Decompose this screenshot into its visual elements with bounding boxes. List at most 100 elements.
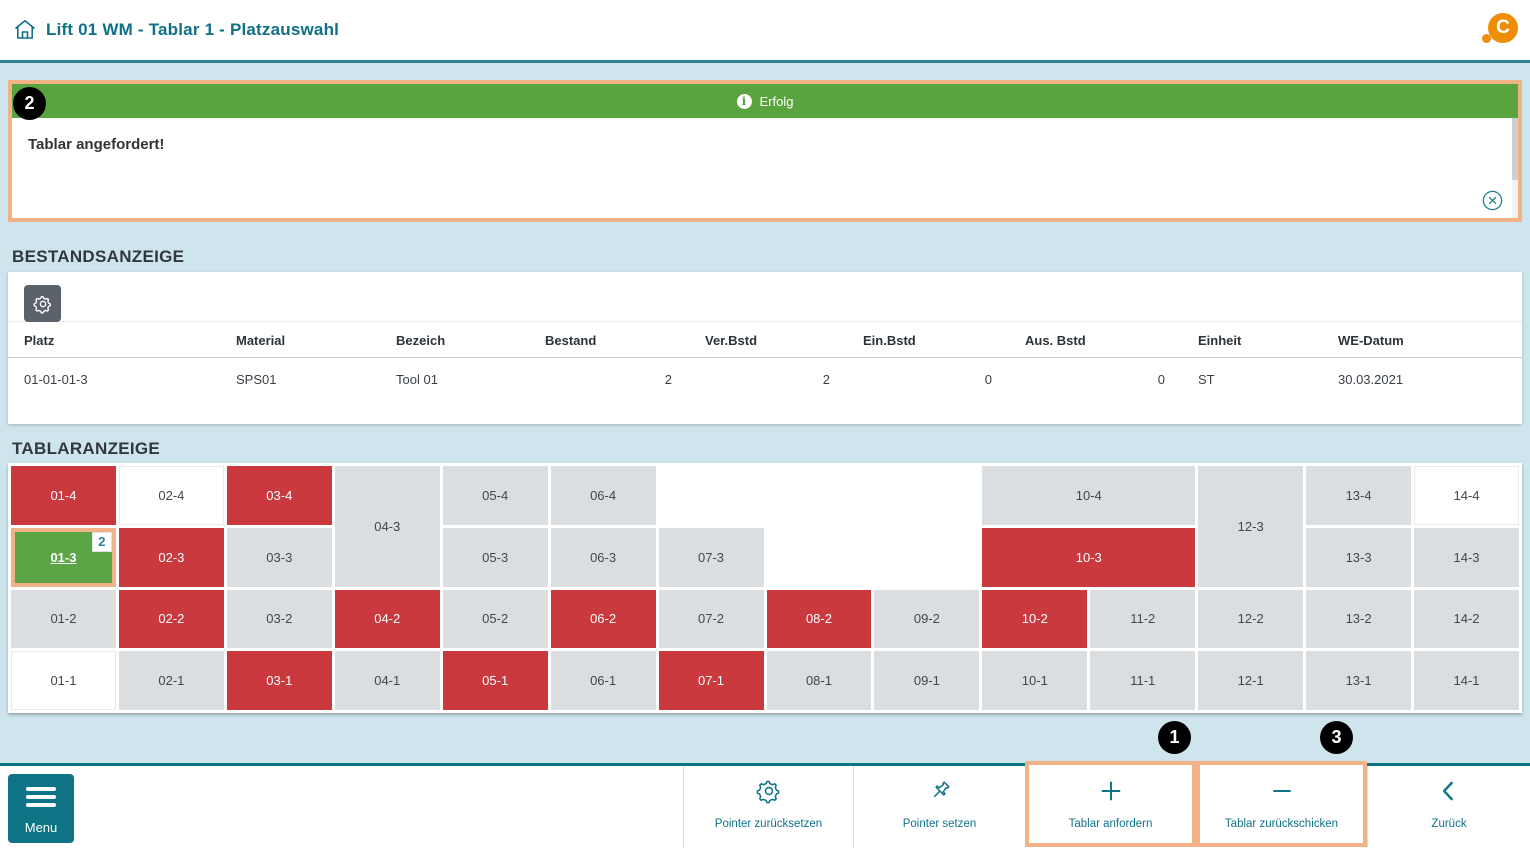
annotation-badge-1: 1 — [1158, 721, 1191, 754]
tray-cell-label: 10-2 — [1022, 611, 1048, 626]
table-cell: 0 — [847, 358, 1009, 400]
tray-cell-13-3[interactable]: 13-3 — [1306, 528, 1411, 587]
tray-cell-14-1[interactable]: 14-1 — [1414, 651, 1519, 710]
gear-icon — [756, 778, 782, 804]
tray-cell-02-3[interactable]: 02-3 — [119, 528, 224, 587]
home-icon[interactable] — [13, 18, 37, 42]
column-header: Einheit — [1182, 322, 1322, 358]
tray-cell-08-2[interactable]: 08-2 — [767, 590, 872, 649]
tray-cell-01-2[interactable]: 01-2 — [11, 590, 116, 649]
tray-cell-03-2[interactable]: 03-2 — [227, 590, 332, 649]
tray-cell-label: 01-3 — [50, 550, 76, 565]
tray-cell-06-3[interactable]: 06-3 — [551, 528, 656, 587]
tray-cell-03-1[interactable]: 03-1 — [227, 651, 332, 710]
tray-cell-04-3[interactable]: 04-3 — [335, 466, 440, 587]
tray-cell-12-1[interactable]: 12-1 — [1198, 651, 1303, 710]
tray-cell-01-3[interactable]: 01-3 2 — [11, 528, 116, 587]
tray-cell-06-2[interactable]: 06-2 — [551, 590, 656, 649]
tray-cell-14-4[interactable]: 14-4 — [1414, 466, 1519, 525]
tray-cell-07-3[interactable]: 07-3 — [659, 528, 764, 587]
bestand-heading: BESTANDSANZEIGE — [12, 247, 184, 267]
tray-cell-label: 14-2 — [1454, 611, 1480, 626]
tray-cell-10-3[interactable]: 10-3 — [982, 528, 1195, 587]
tray-cell-04-2[interactable]: 04-2 — [335, 590, 440, 649]
tray-cell-label: 12-1 — [1238, 673, 1264, 688]
tray-cell-label: 14-3 — [1454, 550, 1480, 565]
tray-cell-06-4[interactable]: 06-4 — [551, 466, 656, 525]
plus-icon — [1098, 778, 1124, 804]
app-root: Lift 01 WM - Tablar 1 - Platzauswahl C i… — [0, 0, 1530, 858]
table-settings-button[interactable] — [24, 285, 61, 322]
tray-cell-02-4[interactable]: 02-4 — [119, 466, 224, 525]
bestand-header-row: PlatzMaterialBezeichBestandVer.BstdEin.B… — [8, 322, 1522, 358]
tray-cell-label: 01-1 — [50, 673, 76, 688]
tray-cell-05-3[interactable]: 05-3 — [443, 528, 548, 587]
scrollbar-thumb[interactable] — [1512, 118, 1518, 180]
tray-cell-label: 13-1 — [1346, 673, 1372, 688]
tray-cell-10-2[interactable]: 10-2 — [982, 590, 1087, 649]
tray-cell-08-1[interactable]: 08-1 — [767, 651, 872, 710]
table-row[interactable]: 01-01-01-3SPS01Tool 012200ST30.03.2021 — [8, 358, 1522, 400]
tray-cell-label: 11-2 — [1130, 611, 1155, 626]
app-header: Lift 01 WM - Tablar 1 - Platzauswahl C — [0, 0, 1530, 63]
pin-icon — [927, 778, 953, 804]
tray-cell-label: 03-1 — [266, 673, 292, 688]
bestand-table: PlatzMaterialBezeichBestandVer.BstdEin.B… — [8, 322, 1522, 399]
tray-cell-10-4[interactable]: 10-4 — [982, 466, 1195, 525]
tray-cell-label: 12-2 — [1238, 611, 1264, 626]
notification-panel: i Erfolg Tablar angefordert! — [8, 80, 1522, 222]
tray-cell-label: 12-3 — [1238, 519, 1264, 534]
tray-cell-13-4[interactable]: 13-4 — [1306, 466, 1411, 525]
tray-cell-12-3[interactable]: 12-3 — [1198, 466, 1303, 587]
tray-cell-06-1[interactable]: 06-1 — [551, 651, 656, 710]
tray-cell-04-1[interactable]: 04-1 — [335, 651, 440, 710]
tray-cell-01-4[interactable]: 01-4 — [11, 466, 116, 525]
tray-cell-12-2[interactable]: 12-2 — [1198, 590, 1303, 649]
tray-cell-05-4[interactable]: 05-4 — [443, 466, 548, 525]
tray-cell-09-1[interactable]: 09-1 — [874, 651, 979, 710]
tray-cell-10-1[interactable]: 10-1 — [982, 651, 1087, 710]
tablar-zurueckschicken-label: Tablar zurückschicken — [1225, 818, 1338, 830]
tray-cell-label: 06-3 — [590, 550, 616, 565]
pointer-set-label: Pointer setzen — [903, 818, 977, 830]
tray-cell-badge: 2 — [92, 532, 112, 552]
bestand-table-panel: PlatzMaterialBezeichBestandVer.BstdEin.B… — [8, 272, 1522, 424]
menu-button[interactable]: Menu — [8, 774, 74, 843]
tray-cell-14-2[interactable]: 14-2 — [1414, 590, 1519, 649]
tray-cell-13-1[interactable]: 13-1 — [1306, 651, 1411, 710]
tray-cell-label: 07-1 — [698, 673, 724, 688]
tablar-zurueckschicken-button[interactable]: Tablar zurückschicken — [1196, 761, 1367, 847]
tray-cell-07-1[interactable]: 07-1 — [659, 651, 764, 710]
tray-cell-09-2[interactable]: 09-2 — [874, 590, 979, 649]
tray-cell-label: 02-4 — [158, 488, 184, 503]
tray-cell-13-2[interactable]: 13-2 — [1306, 590, 1411, 649]
tray-cell-02-2[interactable]: 02-2 — [119, 590, 224, 649]
tray-cell-05-2[interactable]: 05-2 — [443, 590, 548, 649]
tablar-anfordern-button[interactable]: Tablar anfordern — [1025, 761, 1196, 847]
tray-cell-label: 13-3 — [1346, 550, 1372, 565]
notification-close-button[interactable] — [1481, 189, 1504, 212]
tray-cell-11-1[interactable]: 11-1 — [1090, 651, 1195, 710]
tray-cell-label: 05-3 — [482, 550, 508, 565]
gear-icon — [33, 294, 53, 314]
tray-cell-03-3[interactable]: 03-3 — [227, 528, 332, 587]
minus-icon — [1269, 778, 1295, 804]
tray-cell-07-2[interactable]: 07-2 — [659, 590, 764, 649]
brand-logo-letter: C — [1496, 17, 1510, 39]
brand-logo: C — [1488, 13, 1518, 43]
tray-cell-02-1[interactable]: 02-1 — [119, 651, 224, 710]
tray-cell-label: 05-4 — [482, 488, 508, 503]
tray-cell-label: 02-2 — [158, 611, 184, 626]
tray-cell-01-1[interactable]: 01-1 — [11, 651, 116, 710]
pointer-reset-button[interactable]: Pointer zurücksetzen — [683, 766, 854, 848]
tray-cell-11-2[interactable]: 11-2 — [1090, 590, 1195, 649]
tray-cell-label: 10-4 — [1076, 488, 1102, 503]
notification-scrollbar[interactable] — [1512, 118, 1518, 218]
tray-cell-label: 04-3 — [374, 519, 400, 534]
back-button[interactable]: Zurück — [1367, 766, 1530, 848]
table-cell: ST — [1182, 358, 1322, 400]
tray-cell-03-4[interactable]: 03-4 — [227, 466, 332, 525]
tray-cell-05-1[interactable]: 05-1 — [443, 651, 548, 710]
tray-cell-14-3[interactable]: 14-3 — [1414, 528, 1519, 587]
pointer-set-button[interactable]: Pointer setzen — [854, 766, 1025, 848]
